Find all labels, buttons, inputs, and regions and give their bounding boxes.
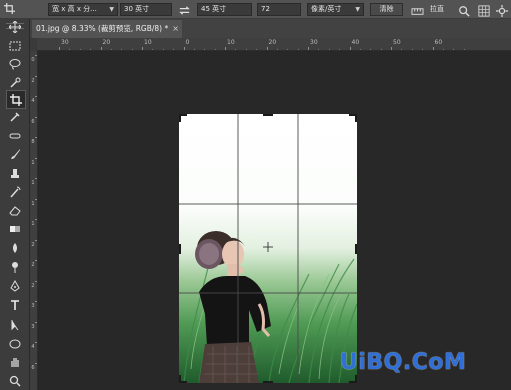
ruler-label: 6 [31, 364, 35, 371]
tool-zoom[interactable] [6, 372, 24, 389]
pen-icon [10, 279, 20, 292]
ruler-label: 8 [31, 139, 35, 145]
ruler-label: 2 [31, 282, 35, 289]
ruler-label: 0 [185, 39, 190, 46]
ruler-label: 3 [31, 323, 35, 330]
tool-blur[interactable] [6, 239, 24, 256]
quick-select-icon [10, 77, 21, 88]
brush-icon [11, 148, 20, 159]
shape-icon [9, 339, 21, 348]
ruler-label: 2 [31, 262, 35, 268]
crop-icon [10, 93, 22, 106]
height-field[interactable]: 45 英寸 [197, 3, 252, 16]
crop-preview-image[interactable] [179, 114, 357, 383]
tool-eraser[interactable] [6, 201, 24, 218]
height-value: 45 英寸 [201, 5, 227, 13]
tool-lasso[interactable] [6, 55, 24, 72]
ruler-label: 4 [31, 344, 35, 350]
resolution-unit-select[interactable]: 像素/英寸 ▼ [307, 3, 364, 16]
straighten-label[interactable]: 拉直 [430, 4, 444, 15]
document-tab[interactable]: 01.jpg @ 8.33% (裁剪预览, RGB/8) * × [32, 20, 182, 38]
path-select-icon [11, 319, 19, 330]
crop-tool-preset-icon[interactable] [4, 3, 22, 16]
watermark-logo: UiBQ.CoM [340, 350, 467, 375]
healing-icon [9, 133, 21, 138]
ruler-label: 1 [31, 200, 35, 207]
tool-history-brush[interactable] [6, 183, 24, 200]
straighten-icon[interactable] [411, 3, 425, 16]
blur-icon [13, 242, 17, 253]
move-icon [9, 20, 21, 33]
tool-eyedropper[interactable] [6, 108, 24, 125]
close-icon[interactable]: × [172, 20, 179, 38]
ruler-label: 30 [310, 39, 318, 46]
ruler-label: 1 [31, 221, 35, 227]
tool-type[interactable] [6, 296, 24, 313]
tool-hand[interactable] [6, 353, 24, 370]
hand-icon [11, 357, 19, 367]
tool-marquee[interactable] [6, 37, 24, 54]
tool-crop[interactable] [6, 90, 26, 109]
resolution-value: 72 [261, 5, 270, 13]
gradient-icon [10, 225, 20, 232]
settings-icon[interactable] [496, 2, 510, 17]
swap-arrows-icon[interactable] [178, 2, 192, 16]
marquee-icon [9, 41, 21, 50]
horizontal-ruler[interactable]: 30 20 10 0 10 20 30 40 50 60 [37, 38, 511, 51]
type-icon [11, 299, 19, 310]
clear-button-label: 清除 [379, 5, 394, 13]
ratio-preset-value: 宽 x 高 x 分... [52, 5, 97, 13]
ruler-label: 2 [31, 77, 35, 84]
zoom-icon [9, 375, 21, 387]
vertical-ruler[interactable]: 0 2 4 6 8 1 1 1 1 2 2 2 3 3 4 6 [30, 51, 38, 390]
ruler-label: 40 [351, 39, 360, 46]
tool-stamp[interactable] [6, 164, 24, 181]
resolution-field[interactable]: 72 [257, 3, 301, 16]
clear-button[interactable]: 清除 [370, 3, 403, 16]
toolbox [0, 19, 30, 390]
ruler-label: 20 [102, 39, 111, 46]
eraser-icon [9, 205, 21, 215]
tool-brush[interactable] [6, 145, 24, 162]
tool-move[interactable] [6, 18, 24, 35]
ratio-preset-select[interactable]: 宽 x 高 x 分... ▼ [48, 3, 118, 16]
width-field[interactable]: 30 英寸 [120, 3, 172, 16]
ruler-label: 10 [144, 39, 152, 46]
ruler-label: 30 [61, 39, 69, 46]
resolution-unit-value: 像素/英寸 [311, 5, 342, 13]
ruler-label: 20 [268, 39, 277, 46]
ruler-label: 10 [227, 39, 235, 46]
width-value: 30 英寸 [124, 5, 150, 13]
dodge-icon [12, 261, 18, 273]
chevron-down-icon: ▼ [355, 6, 360, 13]
ruler-label: 1 [31, 180, 35, 186]
ruler-label: 3 [31, 303, 35, 309]
history-brush-icon [10, 186, 21, 197]
eyedropper-icon [10, 111, 20, 122]
document-tab-title: 01.jpg @ 8.33% (裁剪预览, RGB/8) * [36, 24, 169, 33]
photo-content [179, 114, 357, 383]
tool-gradient[interactable] [6, 220, 24, 237]
ruler-label: 60 [434, 39, 443, 46]
ruler-label: 2 [31, 241, 35, 248]
tool-dodge[interactable] [6, 258, 24, 275]
search-icon[interactable] [458, 2, 472, 17]
chevron-down-icon: ▼ [109, 6, 114, 13]
tool-healing[interactable] [6, 127, 24, 144]
grid-overlay-icon[interactable] [478, 2, 492, 17]
ruler-label: 6 [31, 118, 35, 125]
ruler-label: 0 [31, 57, 35, 63]
ruler-label: 50 [393, 39, 401, 46]
lasso-icon [9, 58, 21, 69]
tool-shape[interactable] [6, 335, 24, 352]
tool-path-select[interactable] [6, 316, 24, 333]
tool-pen[interactable] [6, 277, 24, 294]
ruler-label: 1 [31, 159, 35, 166]
ruler-label: 4 [31, 98, 35, 104]
options-bar: 宽 x 高 x 分... ▼ 30 英寸 45 英寸 72 像素/英寸 ▼ 清除… [0, 0, 511, 19]
stamp-icon [11, 168, 19, 178]
tool-quick-select[interactable] [6, 74, 24, 91]
